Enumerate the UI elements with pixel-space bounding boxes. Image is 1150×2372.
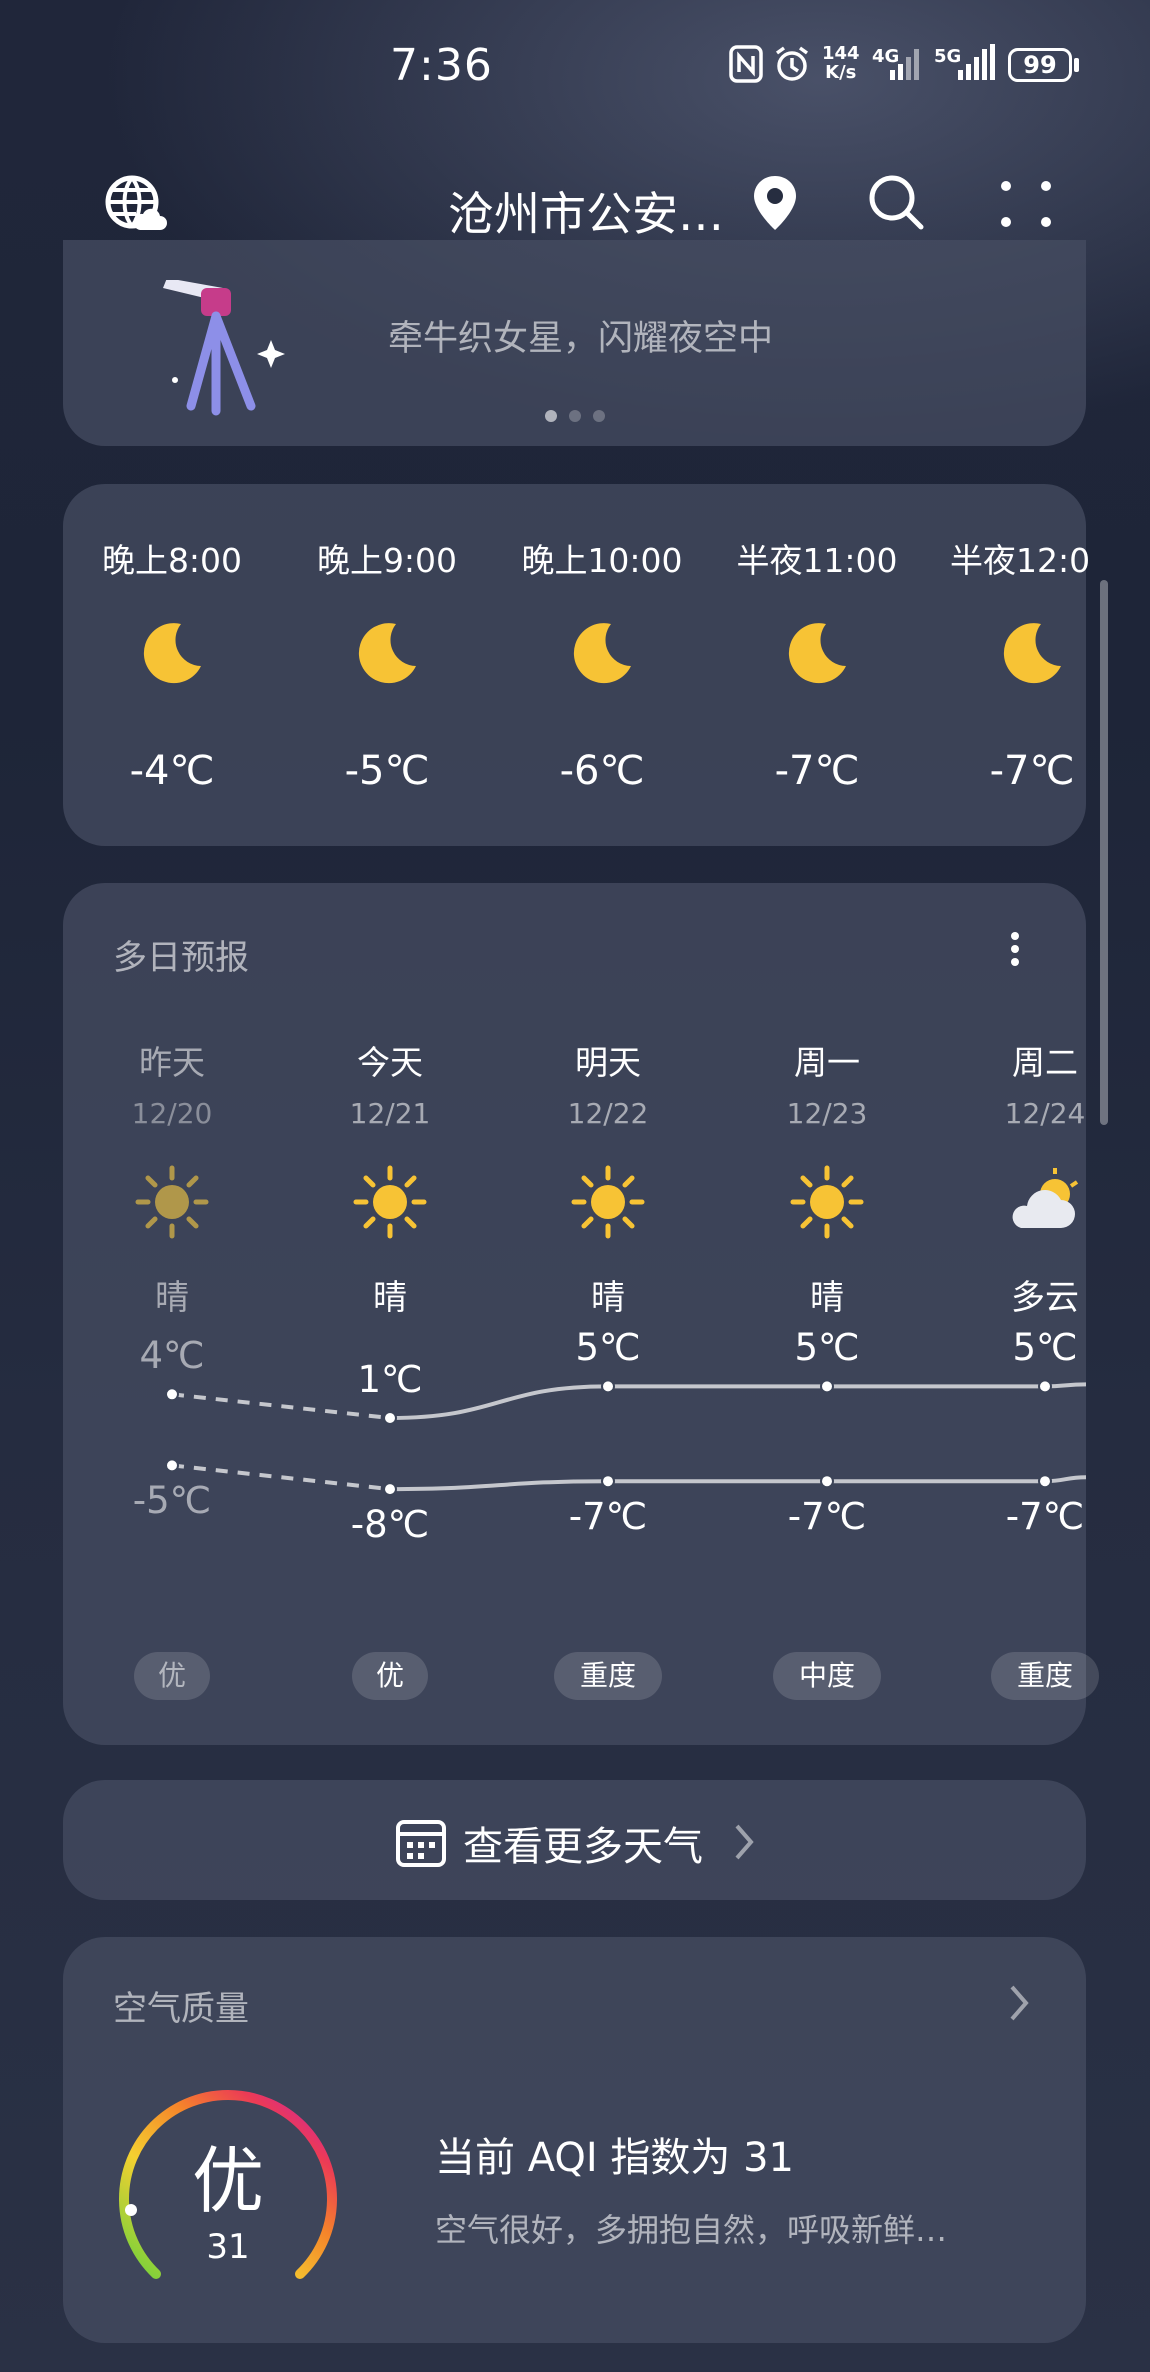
hour-temp: -6℃ [559, 748, 645, 794]
battery-level: 99 [1023, 51, 1057, 79]
day-name: 昨天 [139, 1043, 205, 1082]
low-temp-point [165, 1458, 179, 1473]
page-dot [593, 410, 605, 422]
high-temp-point [820, 1379, 834, 1394]
alarm-icon [775, 46, 809, 81]
calendar-icon [396, 1820, 446, 1867]
low-temp-line [389, 1475, 1086, 1492]
aqi-value: 31 [206, 2227, 250, 2267]
nfc-icon [729, 45, 763, 83]
moon-icon [352, 618, 422, 692]
day-date: 12/21 [349, 1097, 431, 1130]
day-condition: 多云 [1011, 1278, 1079, 1318]
more-weather-label: 查看更多天气 [463, 1824, 703, 1870]
aqi-pill: 优 [134, 1652, 210, 1700]
day-condition: 晴 [810, 1278, 844, 1318]
low-temp-point [820, 1474, 834, 1489]
location-pin-icon[interactable] [752, 174, 798, 232]
chevron-right-icon[interactable] [1006, 1983, 1032, 2023]
day-date: 12/24 [1004, 1097, 1086, 1130]
day-date: 12/23 [786, 1097, 868, 1130]
hour-temp: -7℃ [774, 748, 860, 794]
more-weather-button[interactable]: 查看更多天气 [63, 1780, 1086, 1900]
aqi-pill: 重度 [991, 1652, 1099, 1700]
battery-tip [1074, 58, 1079, 72]
telescope-icon [163, 280, 285, 416]
aqi-pill: 重度 [554, 1652, 662, 1700]
chevron-right-icon [735, 1824, 754, 1860]
day-condition: 晴 [155, 1278, 189, 1318]
aqi-pill: 中度 [773, 1652, 881, 1700]
sun-icon [787, 1162, 867, 1246]
more-dots-icon[interactable] [998, 176, 1054, 232]
air-quality-card[interactable]: 空气质量 优 31 当前 AQI 指数为 31 空气很好，多拥抱自然，呼吸新鲜… [63, 1937, 1086, 2343]
hour-temp: -5℃ [344, 748, 430, 794]
speed-value: 144 [822, 43, 860, 64]
hour-label: 晚上10:00 [521, 541, 683, 580]
high-temp-line [389, 1382, 1086, 1420]
low-temp-point [1038, 1474, 1052, 1489]
moon-icon [567, 618, 637, 692]
day-name: 周一 [794, 1043, 860, 1082]
day-condition: 晴 [591, 1278, 625, 1318]
aqi-level: 优 [191, 2139, 264, 2223]
moon-icon [997, 618, 1067, 692]
low-temp-point [601, 1474, 615, 1489]
aqi-description: 空气很好，多拥抱自然，呼吸新鲜… [435, 2211, 948, 2249]
hour-label: 晚上8:00 [101, 541, 243, 580]
day-condition: 晴 [373, 1278, 407, 1318]
sun-icon [568, 1162, 648, 1246]
high-temp-point [165, 1387, 179, 1402]
forecast-menu-icon[interactable] [1000, 928, 1030, 970]
city-name[interactable]: 沧州市公安… [448, 178, 724, 244]
signal-icon [890, 49, 919, 80]
low-temp-line-past [171, 1463, 391, 1492]
moon-icon [137, 618, 207, 692]
aqi-headline: 当前 AQI 指数为 31 [435, 2135, 794, 2181]
hour-label: 晚上9:00 [316, 541, 458, 580]
high-temp-point [601, 1379, 615, 1394]
globe-cloud-icon[interactable] [102, 172, 168, 238]
hour-label: 半夜11:00 [736, 541, 898, 580]
temperature-trend-chart [165, 1379, 1086, 1497]
hour-label: 半夜12:0 [950, 541, 1091, 580]
page-dot-active [545, 410, 557, 422]
banner-card[interactable]: 牵牛织女星，闪耀夜空中 [63, 240, 1086, 446]
hour-temp: -4℃ [129, 748, 215, 794]
day-date: 12/20 [131, 1097, 213, 1130]
search-icon[interactable] [866, 172, 926, 232]
signal-icon-5g [958, 44, 995, 80]
forecast-title: 多日预报 [113, 938, 249, 978]
network-speed: 144 K/s [822, 44, 860, 82]
sun-icon [132, 1162, 212, 1246]
aqi-pill: 优 [352, 1652, 428, 1700]
high-temp-point [1038, 1379, 1052, 1394]
page-dot [569, 410, 581, 422]
air-quality-title: 空气质量 [113, 1989, 249, 2029]
banner-subtitle: 牵牛织女星，闪耀夜空中 [388, 319, 774, 359]
speed-unit: K/s [825, 62, 857, 83]
battery-indicator: 99 [1008, 48, 1072, 82]
day-name: 明天 [575, 1043, 641, 1082]
high-temp-line-past [171, 1392, 391, 1420]
moon-icon [782, 618, 852, 692]
day-name: 今天 [357, 1043, 423, 1082]
status-bar: 7:36 144 K/s 4G 5G 99 [0, 0, 1150, 130]
low-temp-point [383, 1482, 397, 1497]
day-date: 12/22 [567, 1097, 649, 1130]
high-temp-point [383, 1411, 397, 1425]
day-name: 周二 [1012, 1043, 1078, 1082]
sun-icon [350, 1162, 430, 1246]
status-time: 7:36 [390, 40, 493, 91]
partly-cloudy-icon [1005, 1162, 1085, 1246]
